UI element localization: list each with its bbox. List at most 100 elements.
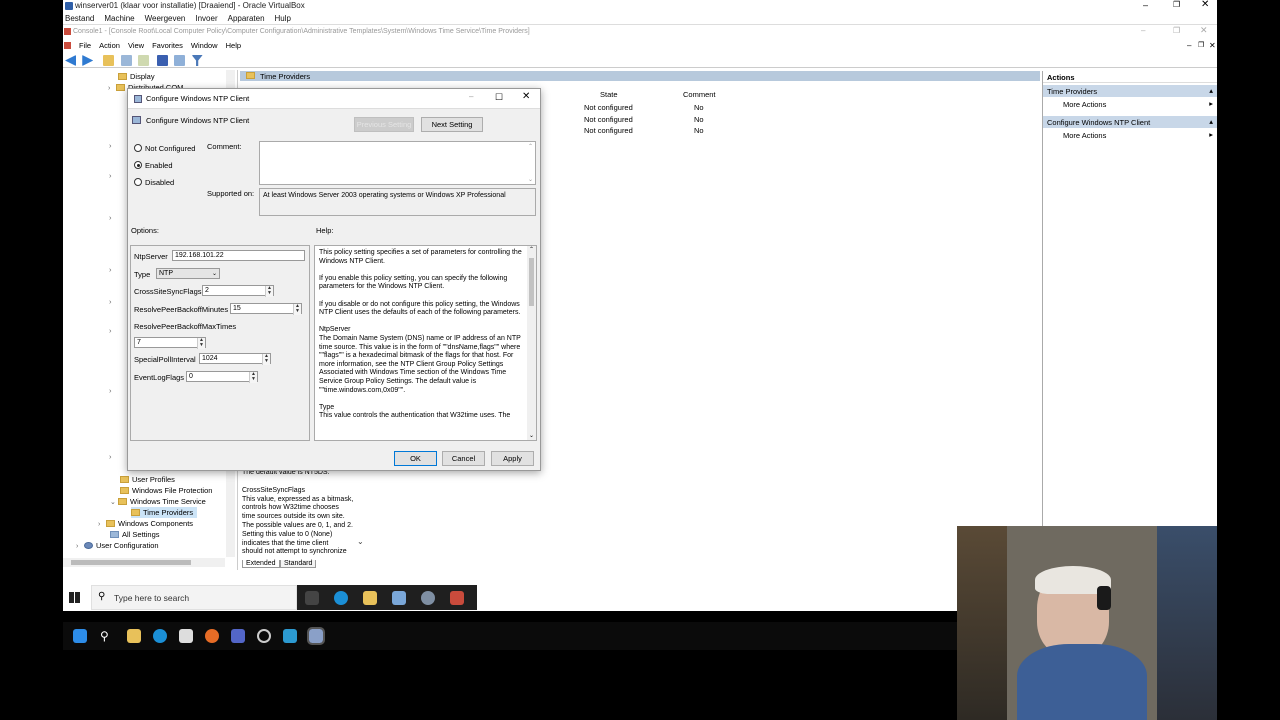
resolve-minutes-stepper[interactable]: 15 ▲ ▼ [230,303,302,315]
type-select[interactable]: NTP ⌄ [156,268,220,279]
windows-start-icon[interactable] [69,592,80,603]
filter-icon[interactable] [191,55,203,66]
tree-caret[interactable]: › [109,385,112,396]
chevron-down-icon[interactable]: ⌄ [110,497,118,508]
dialog-minimize-icon[interactable]: – [469,92,473,101]
previous-setting-button[interactable]: Previous Setting [354,117,414,132]
tab-standard[interactable]: Standard [280,560,317,568]
menu-window[interactable]: Window [191,40,218,52]
tree-caret[interactable]: › [109,264,112,275]
scroll-thumb[interactable] [71,560,191,565]
more-actions-link[interactable]: More Actions ▸ [1043,128,1217,141]
chevron-right-icon[interactable]: › [108,83,116,94]
spinner-icon[interactable]: ▲ ▼ [262,354,270,365]
col-header-comment[interactable]: Comment [683,90,716,99]
chevron-right-icon[interactable]: › [98,519,106,530]
file-explorer-icon[interactable] [363,591,377,605]
menu-file[interactable]: File [79,40,91,52]
restore-icon[interactable]: ❐ [1173,0,1180,9]
ntpserver-input[interactable]: 192.168.101.22 [172,250,305,261]
collapse-icon[interactable]: ▴ [1209,117,1213,126]
tree-item-windows-components[interactable]: › Windows Components [98,518,193,529]
scroll-up-icon[interactable]: ⌃ [529,246,534,253]
tree-caret[interactable]: › [109,170,112,181]
tree-horizontal-scrollbar[interactable] [63,558,225,567]
crosssite-stepper[interactable]: 2 ▲ ▼ [202,285,274,297]
help-scrollbar[interactable]: ⌃ ⌄ [527,246,536,440]
menu-weergeven[interactable]: Weergeven [145,12,186,25]
tab-extended[interactable]: Extended [242,560,280,568]
chevron-right-icon[interactable]: › [76,541,84,552]
clock-icon[interactable] [257,629,271,643]
firefox-icon[interactable] [205,629,219,643]
inner-minimize-icon[interactable]: – [1187,40,1191,52]
tree-item-user-profiles[interactable]: User Profiles [120,474,175,485]
properties-icon[interactable] [174,55,186,66]
menu-hulp[interactable]: Hulp [275,12,291,25]
eventlog-stepper[interactable]: 0 ▲ ▼ [186,371,258,383]
inner-restore-icon[interactable]: ❐ [1198,40,1204,52]
back-icon[interactable] [65,55,76,66]
edge-icon[interactable] [334,591,348,605]
spinner-icon[interactable]: ▲ ▼ [293,304,301,315]
menu-invoer[interactable]: Invoer [195,12,217,25]
menu-action[interactable]: Action [99,40,120,52]
special-poll-stepper[interactable]: 1024 ▲ ▼ [199,353,271,365]
menu-bestand[interactable]: Bestand [65,12,94,25]
tree-item-user-configuration[interactable]: › User Configuration [76,540,159,551]
file-explorer-icon[interactable] [127,629,141,643]
tree-caret[interactable]: › [109,296,112,307]
forward-icon[interactable] [82,55,94,66]
mmc-close-icon[interactable]: ✕ [1200,25,1208,36]
mmc-task-icon[interactable] [450,591,464,605]
settings-gear-icon[interactable] [421,591,435,605]
tree-caret[interactable]: › [109,451,112,462]
export-icon[interactable] [137,55,149,66]
next-setting-button[interactable]: Next Setting [421,117,483,132]
scroll-down-icon[interactable]: ⌄ [528,176,533,183]
inner-close-icon[interactable]: ✕ [1209,40,1216,52]
menu-view[interactable]: View [128,40,144,52]
actions-section-time-providers[interactable]: Time Providers ▴ [1043,85,1217,97]
up-folder-icon[interactable] [103,55,115,66]
taskbar-search[interactable]: ⚲ Type here to search [91,585,297,610]
scroll-thumb[interactable] [529,258,534,306]
scroll-up-icon[interactable]: ⌃ [528,143,533,150]
minimize-icon[interactable]: – [1143,0,1148,10]
tree-item-time-providers[interactable]: Time Providers [131,507,198,518]
menu-favorites[interactable]: Favorites [152,40,183,52]
collapse-icon[interactable]: ▴ [1209,86,1213,95]
dialog-maximize-icon[interactable]: ☐ [495,92,503,103]
menu-help[interactable]: Help [226,40,241,52]
radio-not-configured[interactable]: Not Configured [134,144,195,153]
store-icon[interactable] [179,629,193,643]
spinner-icon[interactable]: ▲ ▼ [249,372,257,383]
cancel-button[interactable]: Cancel [442,451,485,466]
chevron-down-icon[interactable]: ⌄ [357,537,364,546]
tree-caret[interactable]: › [109,325,112,336]
radio-disabled[interactable]: Disabled [134,178,174,187]
spinner-icon[interactable]: ▲ ▼ [265,286,273,297]
col-header-state[interactable]: State [600,90,618,99]
actions-section-ntp-client[interactable]: Configure Windows NTP Client ▴ [1043,116,1217,128]
apply-button[interactable]: Apply [491,451,534,466]
help-icon[interactable] [157,55,169,66]
menu-apparaten[interactable]: Apparaten [228,12,265,25]
tree-item[interactable]: Display [118,71,155,82]
tree-item-windows-file-protection[interactable]: Windows File Protection [120,485,212,496]
spinner-icon[interactable]: ▲ ▼ [197,338,205,349]
tree-item-windows-time-service[interactable]: ⌄ Windows Time Service [110,496,206,507]
mmc-restore-icon[interactable]: ❐ [1173,26,1180,35]
virtualbox-icon[interactable] [307,627,325,645]
show-hide-tree-icon[interactable] [120,55,132,66]
ok-button[interactable]: OK [394,451,437,466]
dialog-close-icon[interactable]: ✕ [522,91,530,102]
edge-icon[interactable] [153,629,167,643]
server-manager-icon[interactable] [392,591,406,605]
mmc-minimize-icon[interactable]: – [1141,26,1145,35]
radio-enabled[interactable]: Enabled [134,161,173,170]
menu-machine[interactable]: Machine [104,12,134,25]
save-icon[interactable] [231,629,245,643]
tree-item-all-settings[interactable]: All Settings [110,529,160,540]
scroll-down-icon[interactable]: ⌄ [529,432,534,439]
